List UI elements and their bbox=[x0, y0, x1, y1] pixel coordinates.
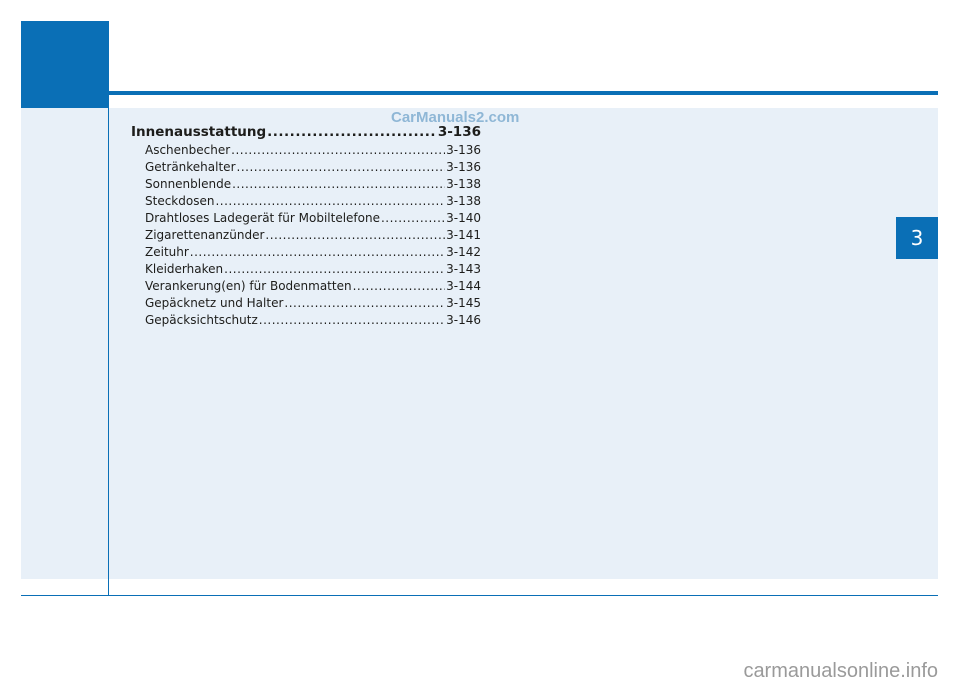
toc-leader bbox=[215, 194, 445, 208]
toc-item-page: 3-146 bbox=[446, 313, 481, 327]
header-rule bbox=[109, 91, 938, 95]
toc-item-page: 3-141 bbox=[446, 228, 481, 242]
toc-item-page: 3-144 bbox=[446, 279, 481, 293]
toc-item-title: Zeituhr bbox=[145, 245, 189, 259]
toc-leader bbox=[381, 211, 445, 225]
toc-leader bbox=[353, 279, 446, 293]
toc-item-page: 3-142 bbox=[446, 245, 481, 259]
toc-item-aschenbecher[interactable]: Aschenbecher 3-136 bbox=[131, 143, 481, 160]
toc-item-sonnenblende[interactable]: Sonnenblende 3-138 bbox=[131, 177, 481, 194]
toc-item-page: 3-138 bbox=[446, 177, 481, 191]
toc-item-steckdosen[interactable]: Steckdosen 3-138 bbox=[131, 194, 481, 211]
toc-item-title: Kleiderhaken bbox=[145, 262, 224, 276]
toc-item-title: Gepäcksichtschutz bbox=[145, 313, 258, 327]
toc-leader bbox=[224, 262, 445, 276]
toc-item-kleiderhaken[interactable]: Kleiderhaken 3-143 bbox=[131, 262, 481, 279]
toc-section-page: 3-136 bbox=[437, 124, 481, 140]
toc-item-title: Drahtloses Ladegerät für Mobiltelefone bbox=[145, 211, 380, 225]
toc-item-ladegeraet[interactable]: Drahtloses Ladegerät für Mobiltelefone 3… bbox=[131, 211, 481, 228]
toc-leader bbox=[232, 177, 445, 191]
toc-leader bbox=[265, 228, 445, 242]
toc-item-page: 3-143 bbox=[446, 262, 481, 276]
toc-item-getraenkehalter[interactable]: Getränkehalter 3-136 bbox=[131, 160, 481, 177]
toc-leader bbox=[284, 296, 445, 310]
toc-leader bbox=[237, 160, 446, 174]
toc-leader bbox=[267, 124, 437, 140]
toc-item-title: Zigarettenanzünder bbox=[145, 228, 265, 242]
table-of-contents: Innenausstattung 3-136 Aschenbecher 3-13… bbox=[131, 124, 481, 330]
toc-leader bbox=[190, 245, 445, 259]
toc-item-title: Aschenbecher bbox=[145, 143, 231, 157]
toc-item-page: 3-145 bbox=[446, 296, 481, 310]
corner-block bbox=[21, 21, 109, 108]
toc-item-page: 3-140 bbox=[446, 211, 481, 225]
toc-item-title: Gepäcknetz und Halter bbox=[145, 296, 284, 310]
footer-rule bbox=[21, 595, 938, 596]
footer-watermark: carmanualsonline.info bbox=[743, 660, 938, 682]
toc-item-page: 3-138 bbox=[446, 194, 481, 208]
toc-item-title: Verankerung(en) für Bodenmatten bbox=[145, 279, 352, 293]
toc-item-page: 3-136 bbox=[446, 143, 481, 157]
toc-item-title: Sonnenblende bbox=[145, 177, 232, 191]
toc-item-title: Steckdosen bbox=[145, 194, 215, 208]
toc-item-gepaecksichtschutz[interactable]: Gepäcksichtschutz 3-146 bbox=[131, 313, 481, 330]
header-gap bbox=[109, 95, 938, 108]
toc-item-gepaecknetz[interactable]: Gepäcknetz und Halter 3-145 bbox=[131, 296, 481, 313]
margin-rule bbox=[108, 21, 109, 596]
toc-section[interactable]: Innenausstattung 3-136 bbox=[131, 124, 481, 143]
toc-item-title: Getränkehalter bbox=[145, 160, 236, 174]
header-area bbox=[109, 21, 938, 91]
toc-item-bodenmatten[interactable]: Verankerung(en) für Bodenmatten 3-144 bbox=[131, 279, 481, 296]
toc-item-zeituhr[interactable]: Zeituhr 3-142 bbox=[131, 245, 481, 262]
toc-item-page: 3-136 bbox=[446, 160, 481, 174]
toc-leader bbox=[259, 313, 445, 327]
toc-leader bbox=[231, 143, 445, 157]
toc-section-title: Innenausstattung bbox=[131, 124, 267, 140]
toc-item-zigarettenanzuender[interactable]: Zigarettenanzünder 3-141 bbox=[131, 228, 481, 245]
chapter-tab[interactable]: 3 bbox=[896, 217, 938, 259]
